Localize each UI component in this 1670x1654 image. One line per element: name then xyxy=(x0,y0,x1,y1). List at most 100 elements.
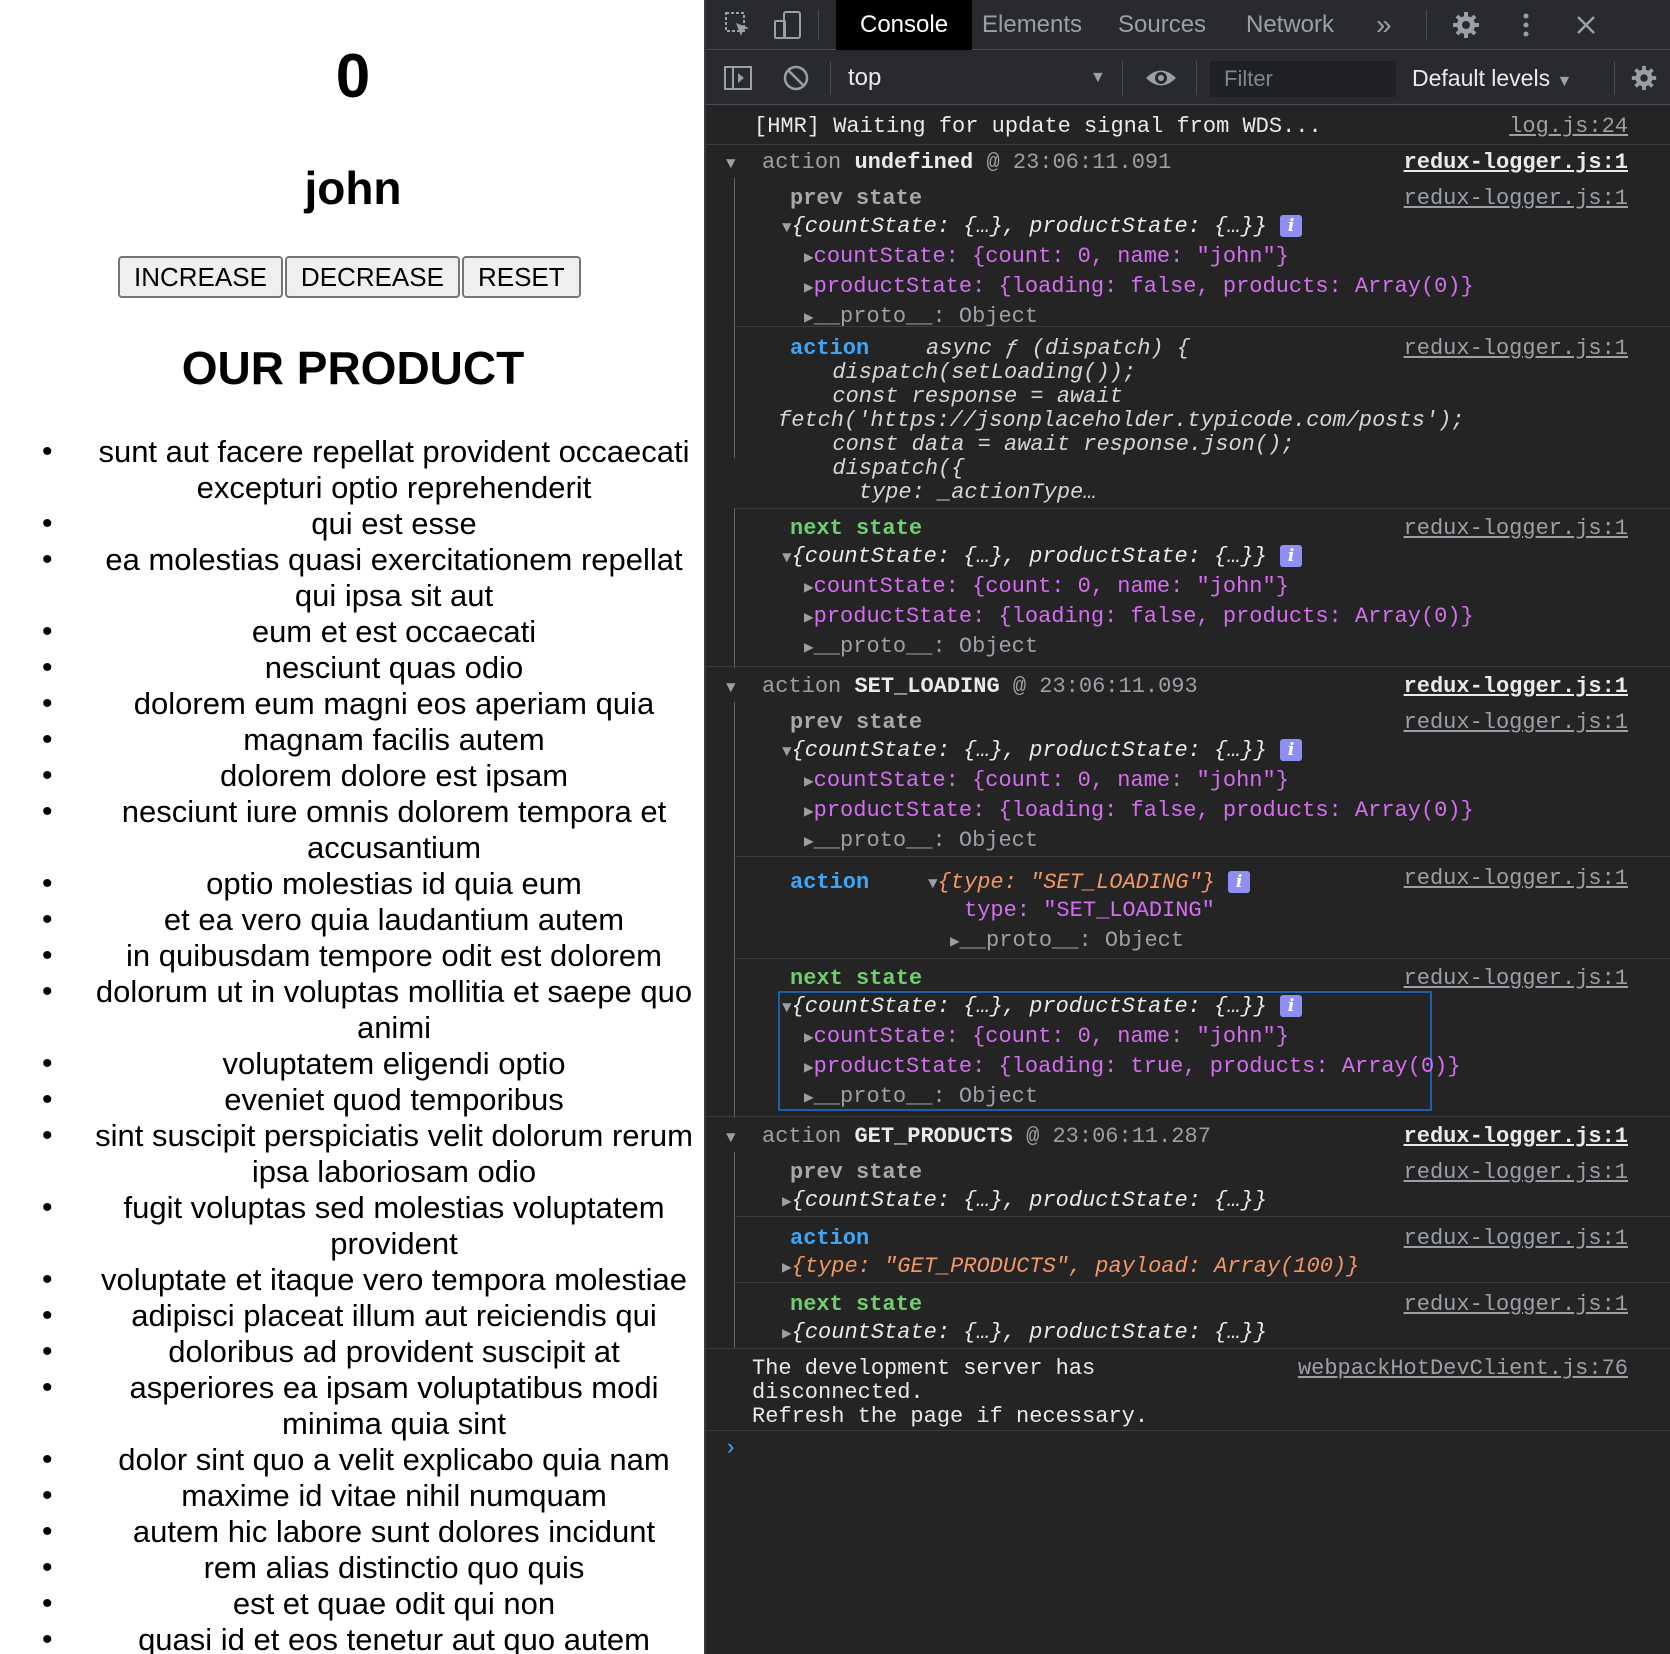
close-icon[interactable] xyxy=(1566,0,1606,50)
source-link[interactable]: redux-logger.js:1 xyxy=(1404,966,1628,991)
disconnect-line: disconnected. xyxy=(752,1380,924,1405)
state-object[interactable]: ▶{countState: {…}, productState: {…}} xyxy=(782,1188,1670,1213)
count-state-row[interactable]: ▶countState: {count: 0, name: "john"} xyxy=(804,768,1670,793)
source-link[interactable]: redux-logger.js:1 xyxy=(1404,1160,1628,1185)
action-object[interactable]: ▼{type: "SET_LOADING"} i xyxy=(928,870,1670,895)
source-link[interactable]: redux-logger.js:1 xyxy=(1404,150,1628,175)
state-object[interactable]: ▼{countState: {…}, productState: {…}} i xyxy=(782,738,1670,763)
async-fn-line: dispatch(setLoading()); xyxy=(806,360,1137,385)
product-state-text: productState: {loading: false, products:… xyxy=(813,274,1474,299)
source-link[interactable]: webpackHotDevClient.js:76 xyxy=(1298,1356,1628,1381)
prev-state-text: prev state xyxy=(790,710,923,735)
source-link[interactable]: redux-logger.js:1 xyxy=(1404,186,1628,211)
info-icon: i xyxy=(1280,739,1303,762)
action-word: action xyxy=(762,674,842,699)
disconnect-line: Refresh the page if necessary. xyxy=(752,1404,1149,1429)
reset-button[interactable]: RESET xyxy=(461,256,581,298)
expand-triangle-icon[interactable]: ▼ xyxy=(782,219,792,237)
row-separator xyxy=(734,1216,1670,1217)
counter-value: 0 xyxy=(335,42,371,111)
action-time: @ 23:06:11.091 xyxy=(986,150,1172,175)
count-state-row[interactable]: ▶countState: {count: 0, name: "john"} xyxy=(804,1024,1670,1049)
decrease-button[interactable]: DECREASE xyxy=(284,256,460,298)
row-separator xyxy=(734,508,1670,509)
proto-text: __proto__: Object xyxy=(813,1084,1039,1109)
inspect-icon[interactable] xyxy=(720,0,756,50)
source-link[interactable]: redux-logger.js:1 xyxy=(1404,516,1628,541)
product-list-item: nesciunt quas odio xyxy=(0,650,706,686)
tab-network[interactable]: Network xyxy=(1222,0,1358,50)
row-separator xyxy=(734,958,1670,959)
async-fn-line: fetch('https://jsonplaceholder.typicode.… xyxy=(778,408,1465,433)
prev-state-text: prev state xyxy=(790,186,923,211)
product-state-row[interactable]: ▶productState: {loading: false, products… xyxy=(804,274,1670,299)
product-list-item: ea molestias quasi exercitationem repell… xyxy=(0,542,706,614)
more-tabs-icon[interactable]: » xyxy=(1352,0,1416,50)
expand-triangle-icon[interactable]: ▼ xyxy=(726,1129,736,1147)
product-list-item: voluptate et itaque vero tempora molesti… xyxy=(0,1262,706,1298)
proto-row[interactable]: ▶__proto__: Object xyxy=(804,634,1670,659)
device-toolbar-icon[interactable] xyxy=(768,0,808,50)
action-label: action xyxy=(790,1226,870,1251)
tab-elements[interactable]: Elements xyxy=(958,0,1106,50)
source-link[interactable]: redux-logger.js:1 xyxy=(1404,1124,1628,1149)
row-separator xyxy=(706,1116,1670,1117)
action-object[interactable]: ▶{type: "GET_PRODUCTS", payload: Array(1… xyxy=(782,1254,1670,1279)
row-separator xyxy=(706,666,1670,667)
state-object[interactable]: ▼{countState: {…}, productState: {…}} i xyxy=(782,994,1670,1019)
group-line xyxy=(734,702,735,1118)
state-summary: {countState: {…}, productState: {…}} xyxy=(791,544,1267,569)
filter-input[interactable] xyxy=(1210,61,1396,97)
count-state-row[interactable]: ▶countState: {count: 0, name: "john"} xyxy=(804,244,1670,269)
console-prompt[interactable]: › xyxy=(724,1436,737,1461)
source-link[interactable]: log.js:24 xyxy=(1509,114,1628,139)
increase-button[interactable]: INCREASE xyxy=(118,256,283,298)
product-state-row[interactable]: ▶productState: {loading: false, products… xyxy=(804,798,1670,823)
kebab-menu-icon[interactable] xyxy=(1506,0,1546,50)
source-link[interactable]: redux-logger.js:1 xyxy=(1404,1226,1628,1251)
expand-triangle-icon[interactable]: ▼ xyxy=(726,155,736,173)
proto-row[interactable]: ▶__proto__: Object xyxy=(804,1084,1670,1109)
state-summary: {countState: {…}, productState: {…}} xyxy=(791,994,1267,1019)
log-levels-label: Default levels xyxy=(1412,65,1551,91)
row-separator xyxy=(734,1282,1670,1283)
eye-icon[interactable] xyxy=(1134,51,1188,105)
chevron-down-icon[interactable]: ▼ xyxy=(1090,51,1106,105)
devtools-panel: Console Elements Sources Network » top ▼ xyxy=(706,0,1670,1654)
source-link[interactable]: redux-logger.js:1 xyxy=(1404,674,1628,699)
tab-sources[interactable]: Sources xyxy=(1094,0,1230,50)
sidebar-toggle-icon[interactable] xyxy=(720,51,756,105)
count-state-text: countState: {count: 0, name: "john"} xyxy=(813,574,1289,599)
context-selector[interactable]: top xyxy=(848,51,1118,105)
clear-console-icon[interactable] xyxy=(776,51,816,105)
settings-icon[interactable] xyxy=(1624,51,1664,105)
info-icon: i xyxy=(1280,995,1303,1018)
expand-triangle-icon[interactable]: ▼ xyxy=(726,679,736,697)
proto-row[interactable]: ▶__proto__: Object xyxy=(804,828,1670,853)
source-link[interactable]: redux-logger.js:1 xyxy=(1404,710,1628,735)
product-list-item: voluptatem eligendi optio xyxy=(0,1046,706,1082)
action-word: action xyxy=(762,150,842,175)
state-object[interactable]: ▶{countState: {…}, productState: {…}} xyxy=(782,1320,1670,1345)
count-state-row[interactable]: ▶countState: {count: 0, name: "john"} xyxy=(804,574,1670,599)
log-levels-dropdown[interactable]: Default levels ▼ xyxy=(1412,51,1572,109)
info-icon: i xyxy=(1280,215,1303,238)
state-object[interactable]: ▼{countState: {…}, productState: {…}} i xyxy=(782,544,1670,569)
info-icon: i xyxy=(1280,545,1303,568)
group-line xyxy=(734,178,735,458)
product-state-row[interactable]: ▶productState: {loading: false, products… xyxy=(804,604,1670,629)
product-list-item: adipisci placeat illum aut reiciendis qu… xyxy=(0,1298,706,1334)
app-pane: 0 john INCREASE DECREASE RESET OUR PRODU… xyxy=(0,0,706,1654)
product-list-item: eveniet quod temporibus xyxy=(0,1082,706,1118)
product-list-item: dolorem dolore est ipsam xyxy=(0,758,706,794)
product-list-item: autem hic labore sunt dolores incidunt xyxy=(0,1514,706,1550)
proto-row[interactable]: ▶__proto__: Object xyxy=(950,928,1670,953)
row-separator xyxy=(706,1430,1670,1431)
state-object[interactable]: ▼{countState: {…}, productState: {…}} i xyxy=(782,214,1670,239)
action-word: action xyxy=(762,1124,842,1149)
gear-icon[interactable] xyxy=(1444,0,1488,50)
chevron-down-icon: ▼ xyxy=(1556,73,1573,90)
tab-console[interactable]: Console xyxy=(836,0,973,50)
product-state-row[interactable]: ▶productState: {loading: true, products:… xyxy=(804,1054,1670,1079)
source-link[interactable]: redux-logger.js:1 xyxy=(1404,1292,1628,1317)
